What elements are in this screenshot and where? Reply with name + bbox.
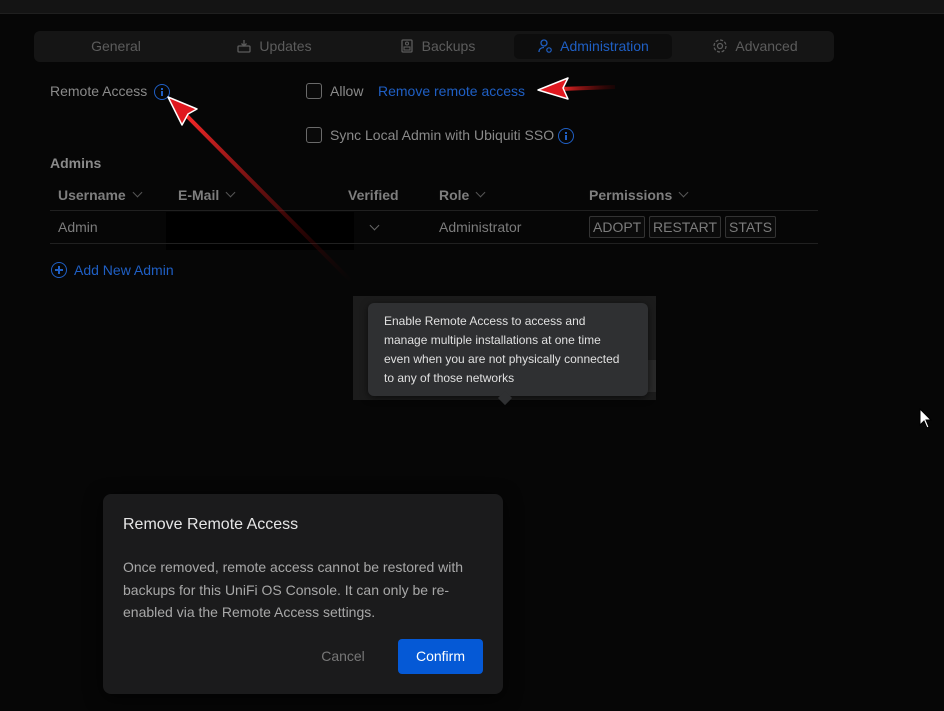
annotation-arrows <box>167 77 616 284</box>
arrow-to-remove-link <box>537 77 616 100</box>
mouse-cursor-icon <box>919 408 933 429</box>
arrow-to-info-icon <box>167 96 354 284</box>
